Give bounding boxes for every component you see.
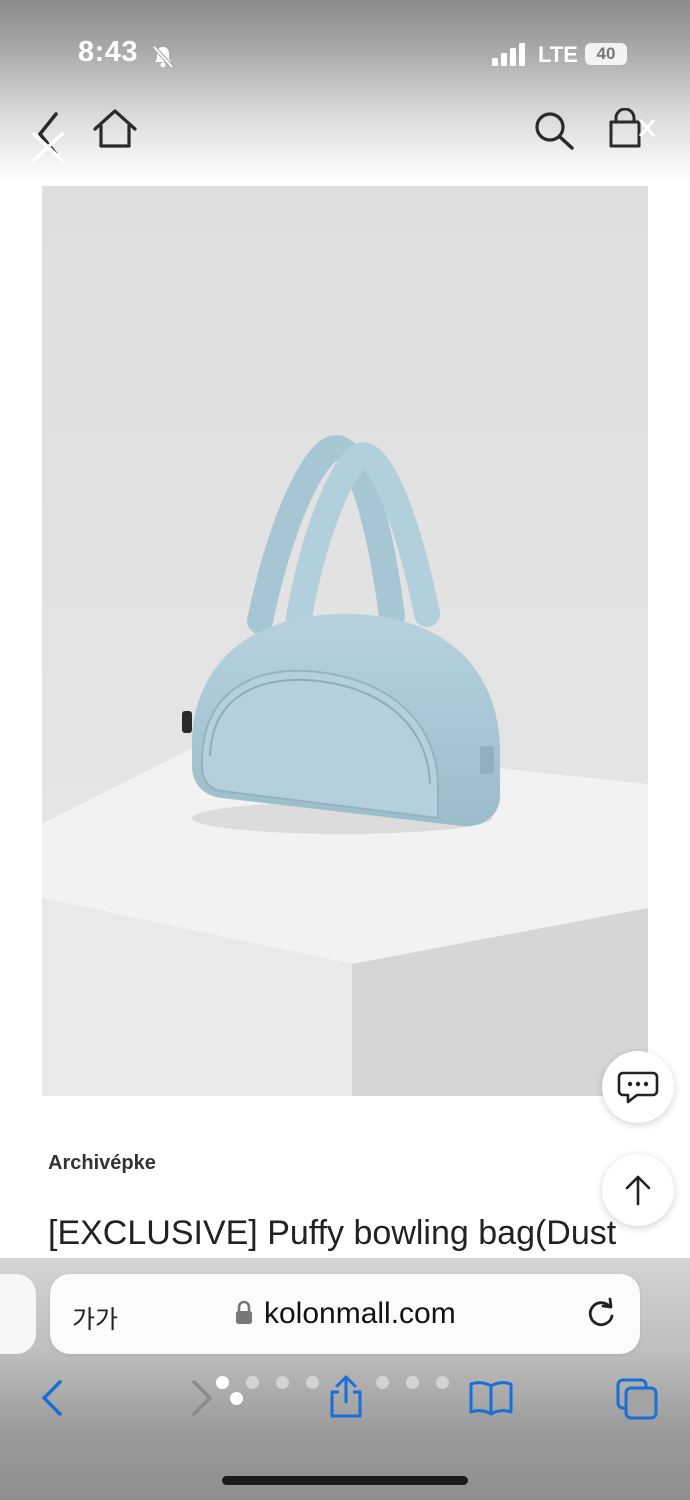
status-time: 8:43 bbox=[78, 36, 139, 68]
app-header bbox=[0, 100, 690, 170]
cart-icon[interactable] bbox=[606, 108, 666, 150]
home-indicator bbox=[222, 1476, 468, 1485]
tab-page-dot bbox=[246, 1376, 259, 1389]
arrow-up-icon bbox=[625, 1175, 651, 1206]
network-type: LTE bbox=[538, 42, 578, 67]
tab-page-dot bbox=[306, 1376, 319, 1389]
share-icon[interactable] bbox=[326, 1374, 366, 1420]
tabs-icon[interactable] bbox=[614, 1376, 660, 1422]
chat-button[interactable] bbox=[602, 1051, 674, 1123]
tab-page-dot bbox=[376, 1376, 389, 1389]
status-bar: 8:43 LTE 40 bbox=[0, 0, 690, 100]
search-icon[interactable] bbox=[532, 109, 576, 151]
url-text[interactable]: kolonmall.com bbox=[264, 1297, 456, 1331]
tab-page-dot-active bbox=[230, 1392, 243, 1405]
home-icon[interactable] bbox=[92, 108, 138, 150]
tab-page-dot-active bbox=[216, 1376, 229, 1389]
product-image bbox=[42, 186, 648, 1096]
product-image-gallery[interactable] bbox=[42, 186, 648, 1096]
tab-page-dot bbox=[406, 1376, 419, 1389]
previous-tab-peek[interactable] bbox=[0, 1274, 36, 1354]
product-brand[interactable]: Archivépke bbox=[48, 1152, 156, 1175]
tab-page-dot bbox=[276, 1376, 289, 1389]
reload-icon[interactable] bbox=[583, 1296, 619, 1332]
browser-back-icon[interactable] bbox=[36, 1378, 68, 1418]
chat-bubble-icon bbox=[617, 1071, 659, 1104]
bookmarks-icon[interactable] bbox=[468, 1380, 514, 1416]
close-icon[interactable] bbox=[28, 126, 68, 166]
silent-bell-icon bbox=[152, 45, 174, 69]
lock-icon bbox=[236, 1300, 252, 1324]
cellular-signal-icon bbox=[492, 43, 525, 66]
text-size-button[interactable]: 가가 bbox=[72, 1300, 118, 1336]
tab-page-dot bbox=[436, 1376, 449, 1389]
product-title: [EXCLUSIVE] Puffy bowling bag(Dust bbox=[48, 1214, 617, 1252]
battery-level: 40 bbox=[585, 43, 627, 65]
